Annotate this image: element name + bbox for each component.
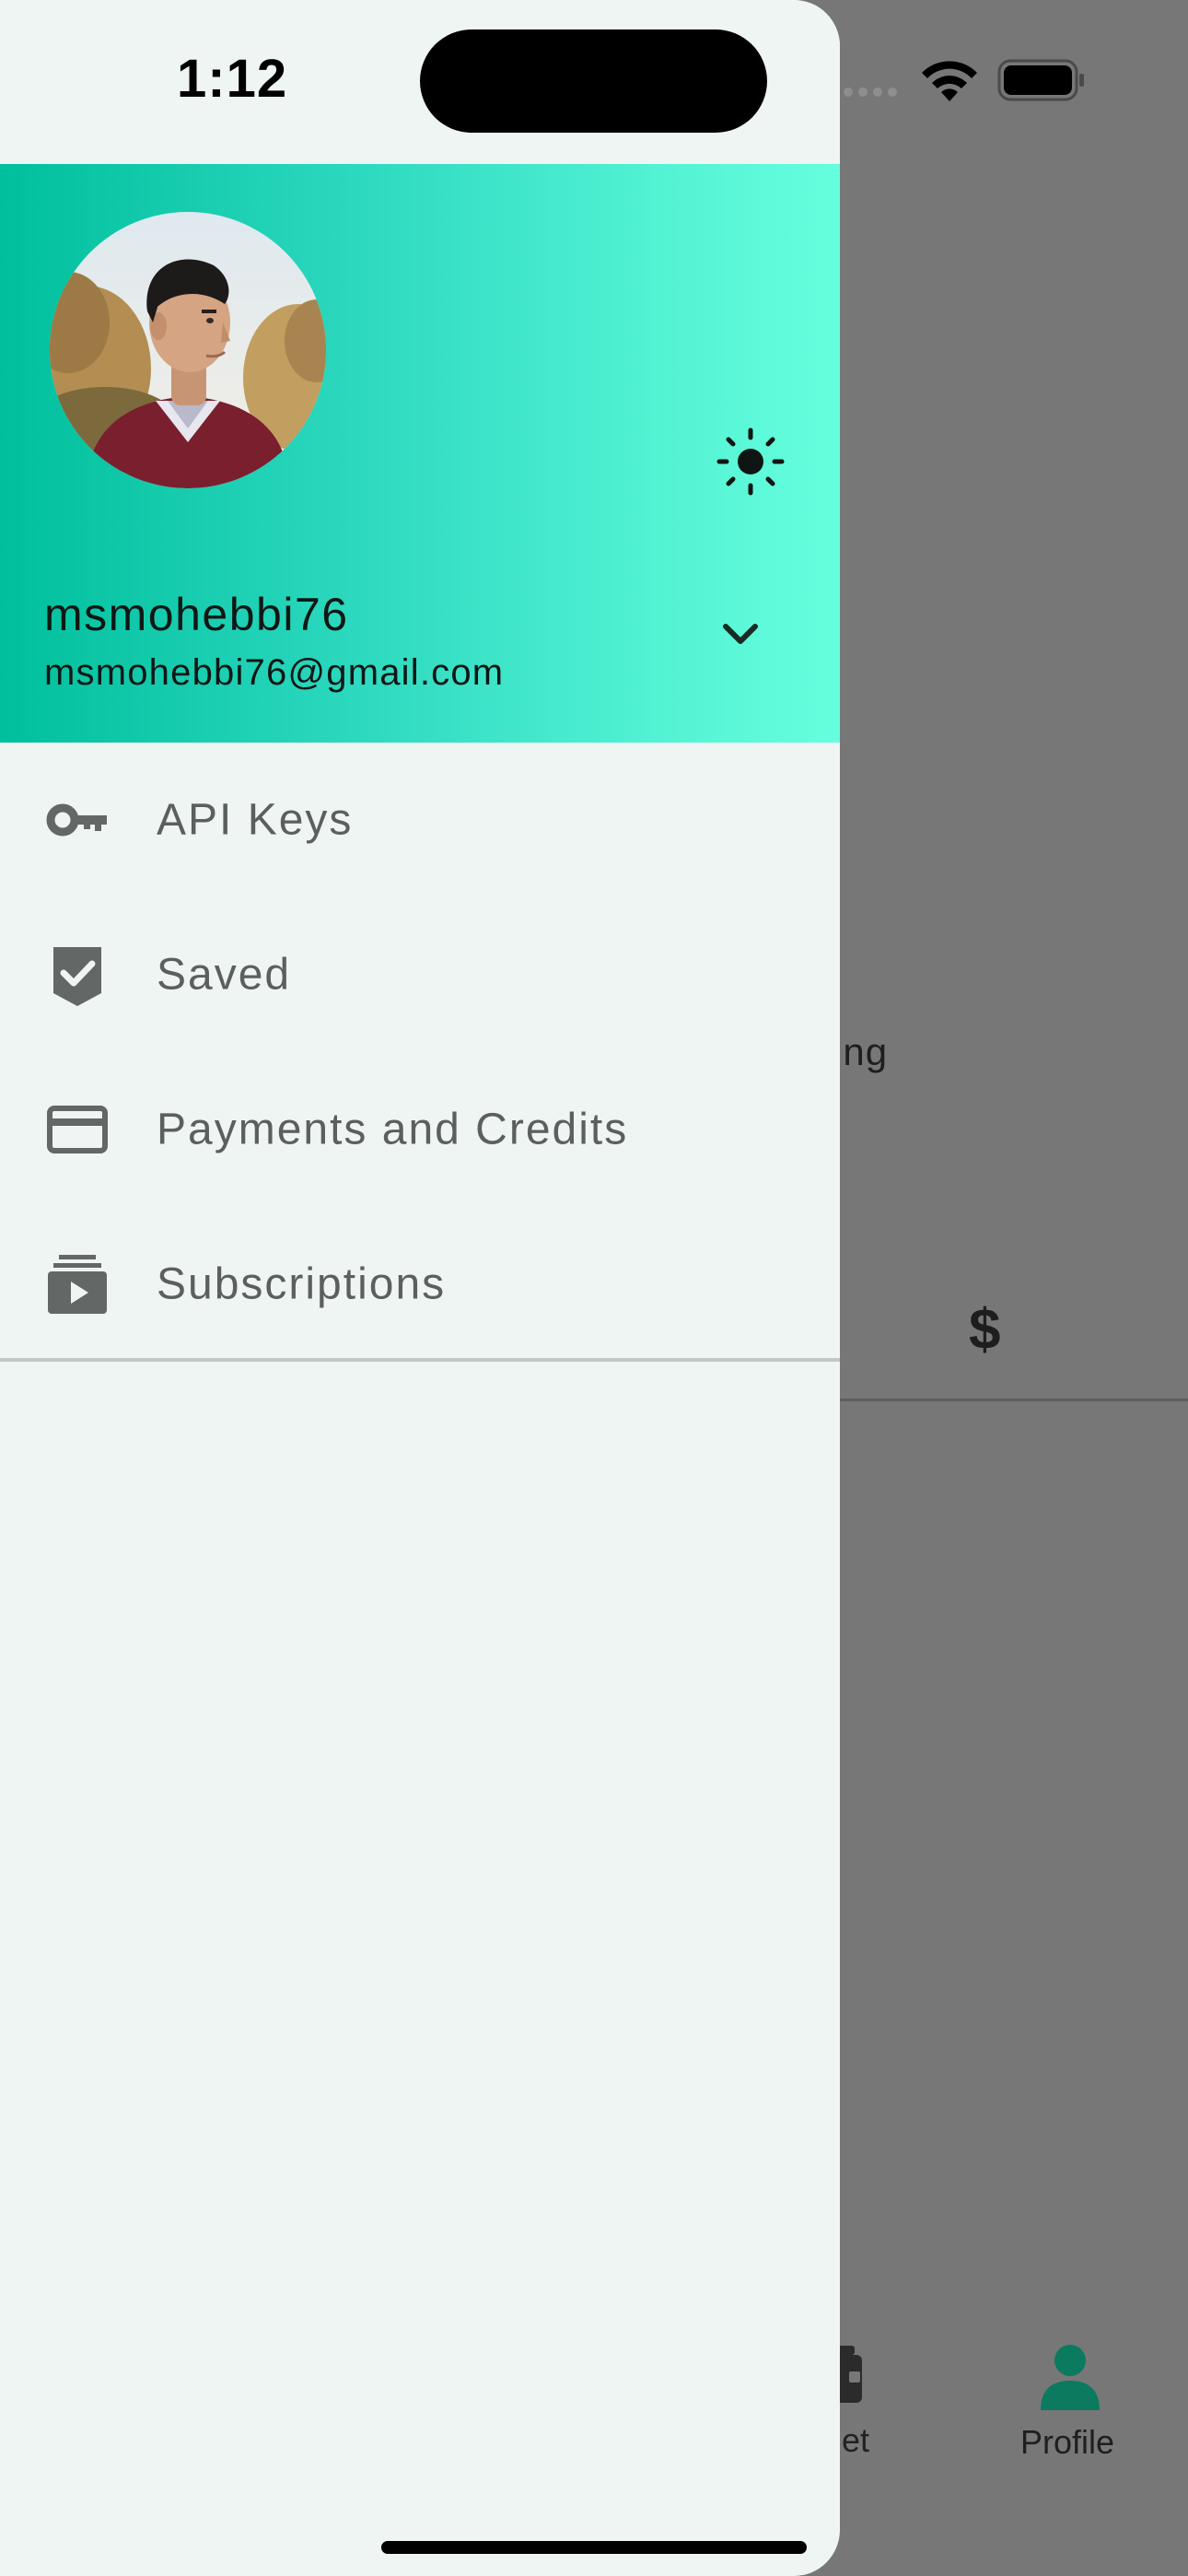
subscriptions-icon	[48, 1255, 107, 1314]
credit-card-icon	[47, 1106, 108, 1153]
dynamic-island	[420, 29, 767, 133]
profile-icon[interactable]	[1041, 2344, 1100, 2410]
menu-item-payments[interactable]: Payments and Credits	[0, 1052, 840, 1207]
navigation-drawer: 1:12 msmohebbi76 msmohebbi76@gmail.com A…	[0, 0, 840, 2576]
battery-icon	[997, 59, 1084, 101]
menu-item-subscriptions[interactable]: Subscriptions	[0, 1207, 840, 1362]
cellular-signal-icon	[844, 88, 897, 97]
drawer-header: msmohebbi76 msmohebbi76@gmail.com	[0, 164, 840, 743]
background-partial-text: ing	[833, 1030, 889, 1073]
status-time: 1:12	[177, 49, 288, 109]
dollar-icon: $	[969, 1298, 1001, 1362]
chevron-down-icon[interactable]	[715, 615, 766, 652]
key-icon	[46, 803, 107, 837]
menu-divider	[0, 1358, 840, 1362]
home-indicator[interactable]	[381, 2541, 807, 2554]
account-email: msmohebbi76@gmail.com	[44, 652, 505, 693]
menu-item-label: Subscriptions	[157, 1259, 447, 1309]
status-bar: 1:12	[0, 0, 840, 164]
wifi-icon	[922, 61, 977, 101]
nav-profile-label[interactable]: Profile	[1020, 2423, 1114, 2462]
avatar[interactable]	[50, 212, 326, 488]
menu-item-label: Saved	[157, 950, 292, 1000]
sun-icon[interactable]	[716, 427, 785, 496]
menu-item-saved[interactable]: Saved	[0, 897, 840, 1052]
background-divider	[839, 1399, 1188, 1401]
menu-item-api-keys[interactable]: API Keys	[0, 743, 840, 897]
drawer-menu: API Keys Saved Payments and Credits Subs…	[0, 743, 840, 1362]
bookmark-check-icon	[53, 947, 101, 1006]
account-name: msmohebbi76	[44, 589, 349, 640]
menu-item-label: Payments and Credits	[157, 1105, 629, 1154]
menu-item-label: API Keys	[157, 795, 354, 845]
